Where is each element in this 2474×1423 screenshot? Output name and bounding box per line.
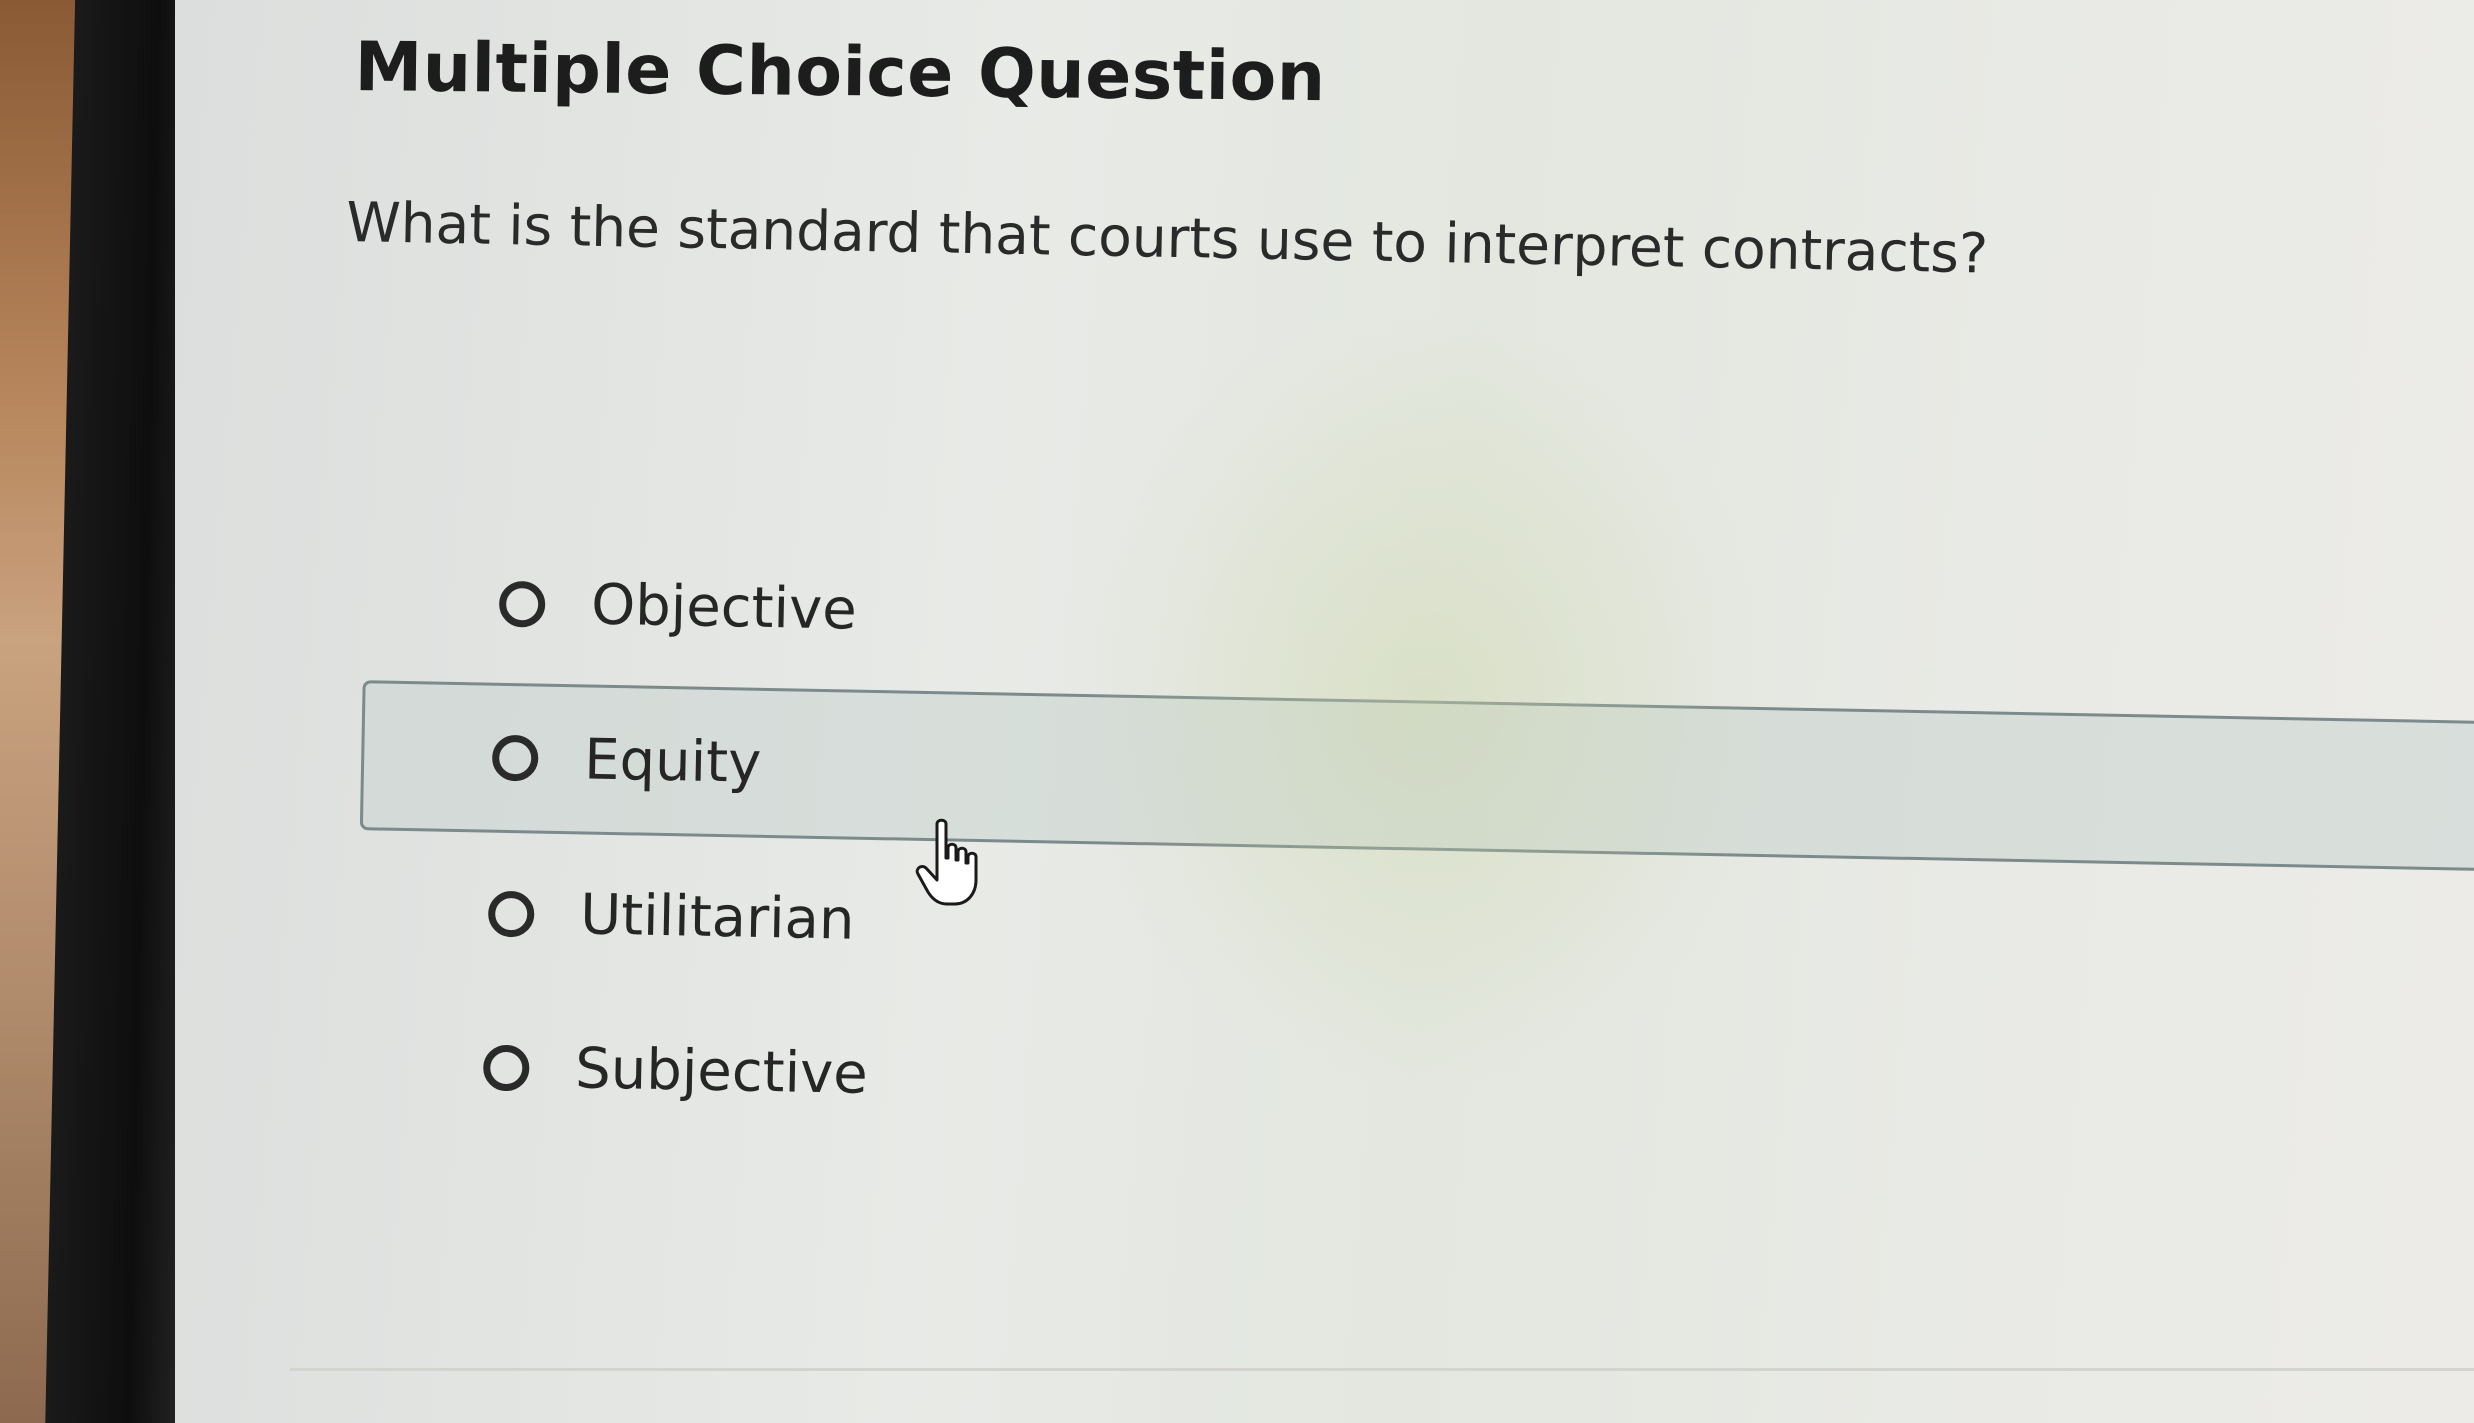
option-label: Utilitarian [579, 882, 856, 953]
radio-button-utilitarian[interactable] [487, 890, 535, 938]
answer-options: Objective Equity Utilitarian Subjective [175, 0, 2474, 1423]
radio-button-equity[interactable] [491, 734, 539, 782]
option-label: Subjective [574, 1036, 869, 1107]
divider [290, 1368, 2474, 1371]
option-subjective[interactable]: Subjective [482, 1035, 869, 1107]
option-equity[interactable]: Equity [359, 680, 2474, 873]
radio-button-subjective[interactable] [482, 1044, 530, 1091]
option-objective[interactable]: Objective [498, 571, 858, 643]
quiz-screen: Multiple Choice Question What is the sta… [175, 0, 2474, 1423]
hand-pointer-icon [915, 818, 978, 906]
option-label: Objective [590, 572, 858, 643]
option-utilitarian[interactable]: Utilitarian [487, 881, 856, 953]
option-label: Equity [583, 726, 762, 796]
radio-button-objective[interactable] [498, 580, 546, 628]
